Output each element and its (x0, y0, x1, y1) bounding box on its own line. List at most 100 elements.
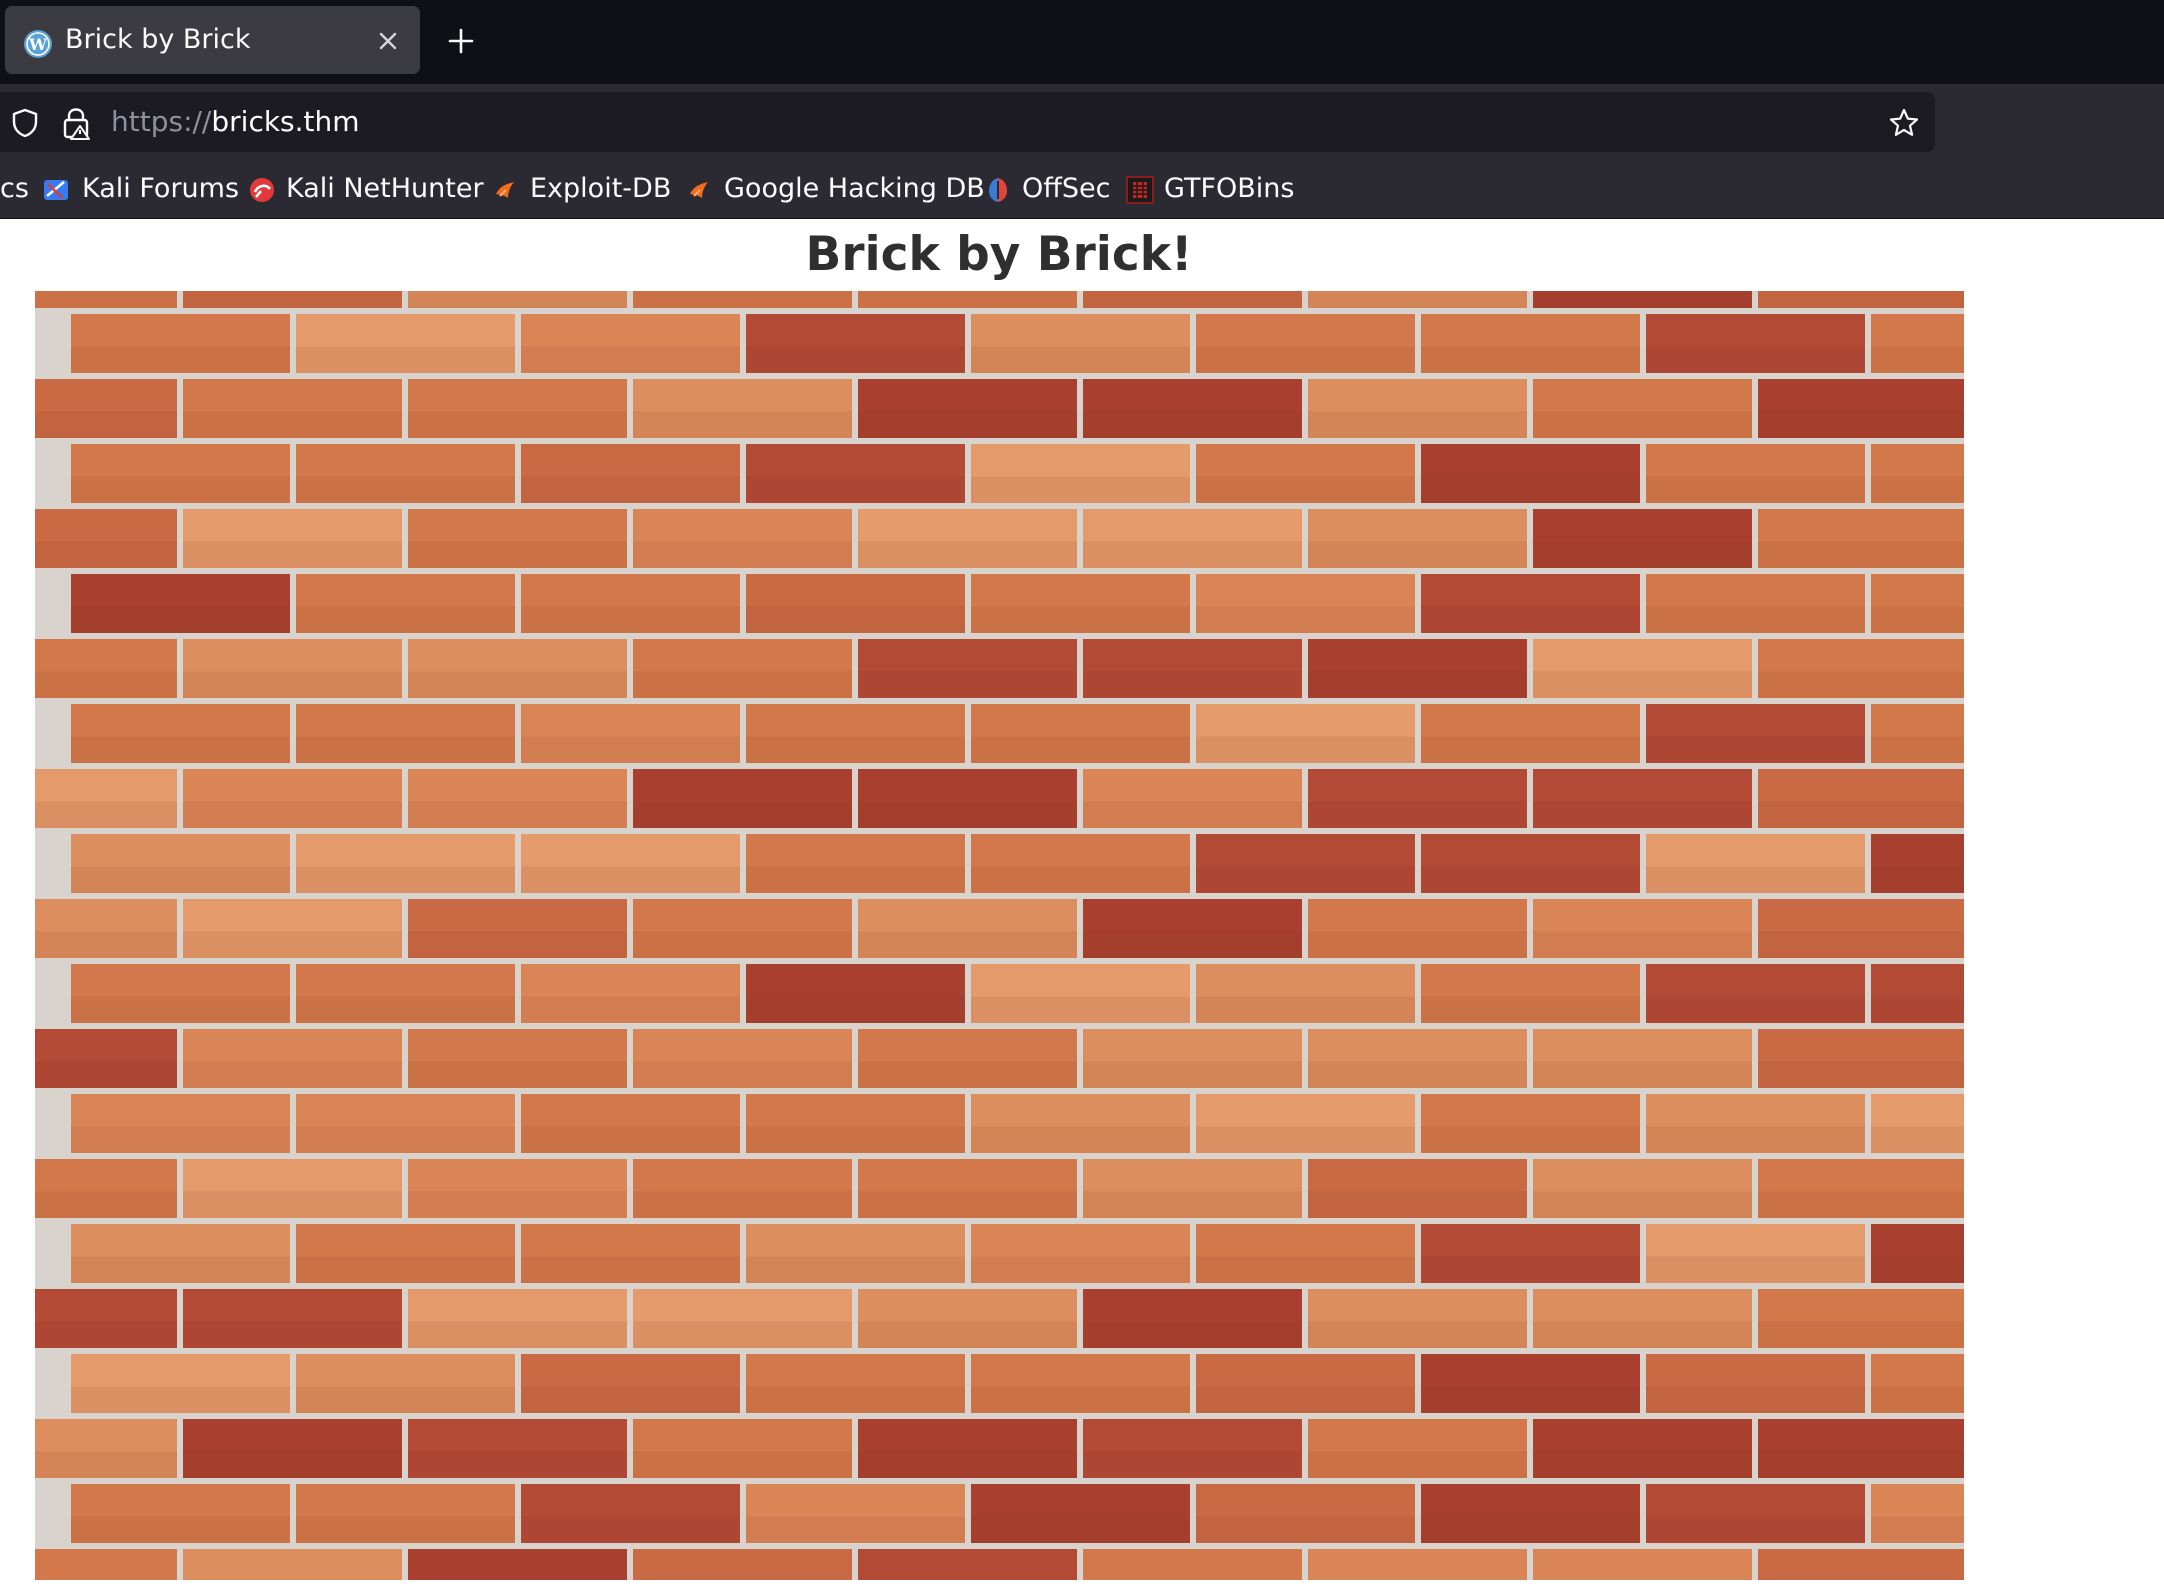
url-text[interactable]: https://bricks.thm (111, 92, 360, 152)
brick (633, 1549, 852, 1580)
brick-shade (971, 346, 1190, 373)
brick-shade (183, 1321, 402, 1348)
exploit-db-icon (690, 182, 708, 198)
kali-nethunter-icon (250, 178, 274, 202)
brick-shade (35, 541, 177, 568)
brick-shade (1083, 1321, 1302, 1348)
brick-shade (1308, 291, 1527, 308)
brick-shade (408, 1321, 627, 1348)
brick-shade (1421, 346, 1640, 373)
brick-shade (1421, 1516, 1640, 1543)
brick-shade (858, 1321, 1077, 1348)
brick-shade (1646, 606, 1865, 633)
brick-shade (746, 736, 965, 763)
plus-icon[interactable] (446, 26, 476, 56)
brick-shade (1646, 996, 1865, 1023)
brick-shade (408, 1061, 627, 1088)
brick-shade (1646, 1126, 1865, 1153)
brick-shade (1758, 411, 1964, 438)
brick-shade (1871, 476, 1964, 503)
bookmark-label: OffSec (1022, 173, 1111, 204)
brick-shade (1646, 1386, 1865, 1413)
brick-shade (971, 1386, 1190, 1413)
brick (183, 1549, 402, 1580)
brick-shade (521, 606, 740, 633)
brick-shade (971, 1256, 1190, 1283)
brick-shade (1421, 736, 1640, 763)
offsec-icon (989, 178, 1007, 202)
brick-shade (71, 996, 290, 1023)
brick-shade (408, 671, 627, 698)
brick-shade (1196, 1126, 1415, 1153)
brick-shade (1196, 346, 1415, 373)
brick-shade (71, 346, 290, 373)
brick-shade (1421, 1386, 1640, 1413)
brick-shade (971, 606, 1190, 633)
brick-shade (521, 996, 740, 1023)
brick-shade (1533, 1191, 1752, 1218)
url-scheme: https:// (111, 105, 212, 138)
brick-shade (1308, 411, 1527, 438)
brick-shade (1871, 1126, 1964, 1153)
lock-warning-icon[interactable] (60, 106, 92, 140)
brick-shade (858, 1451, 1077, 1478)
tab-brick-by-brick[interactable]: W Brick by Brick (5, 6, 420, 74)
brick-shade (746, 1386, 965, 1413)
brick-shade (858, 671, 1077, 698)
bookmark-cs[interactable]: cs (0, 160, 29, 218)
brick-shade (1533, 541, 1752, 568)
url-bar[interactable]: https://bricks.thm (0, 92, 1935, 152)
brick-shade (296, 736, 515, 763)
brick-shade (521, 1516, 740, 1543)
brick-shade (858, 931, 1077, 958)
brick-shade (1196, 1256, 1415, 1283)
brick-shade (1646, 866, 1865, 893)
bookmark-label: Google Hacking DB (724, 173, 985, 204)
brick-shade (521, 866, 740, 893)
brick-shade (746, 346, 965, 373)
brick-shade (71, 606, 290, 633)
bookmark-label: GTFOBins (1164, 173, 1295, 204)
brick-shade (1533, 1321, 1752, 1348)
brick-shade (1421, 1126, 1640, 1153)
brick-shade (1196, 866, 1415, 893)
brick-shade (1871, 996, 1964, 1023)
brick-shade (183, 931, 402, 958)
brick-shade (1758, 1451, 1964, 1478)
brick-shade (971, 866, 1190, 893)
shield-icon[interactable] (10, 107, 40, 139)
brick (1308, 1549, 1527, 1580)
brick-shade (296, 1126, 515, 1153)
brick-shade (746, 606, 965, 633)
bookmark-label: Exploit-DB (530, 173, 672, 204)
brick-shade (633, 931, 852, 958)
brick-shade (296, 1516, 515, 1543)
brick-shade (971, 736, 1190, 763)
brick-shade (35, 671, 177, 698)
brick-shade (296, 476, 515, 503)
brick-shade (1758, 1061, 1964, 1088)
brick-shade (521, 1256, 740, 1283)
brick-shade (1871, 606, 1964, 633)
brick-shade (408, 1451, 627, 1478)
brick-shade (1871, 736, 1964, 763)
close-icon[interactable] (377, 30, 399, 52)
brick-shade (1871, 1256, 1964, 1283)
brick-shade (746, 1516, 965, 1543)
brick-shade (35, 1451, 177, 1478)
brick-shade (71, 1256, 290, 1283)
brick-shade (71, 736, 290, 763)
bookmark-star-icon[interactable] (1888, 107, 1920, 139)
brick-shade (633, 671, 852, 698)
brick-shade (1308, 1191, 1527, 1218)
brick-shade (1533, 801, 1752, 828)
brick-shade (633, 1191, 852, 1218)
brick-shade (746, 866, 965, 893)
brick-shade (408, 801, 627, 828)
brick-shade (71, 1126, 290, 1153)
brick-shade (1871, 1386, 1964, 1413)
wordpress-icon: W (24, 30, 52, 58)
brick-shade (1196, 606, 1415, 633)
brick (1533, 1549, 1752, 1580)
brick-shade (1083, 931, 1302, 958)
